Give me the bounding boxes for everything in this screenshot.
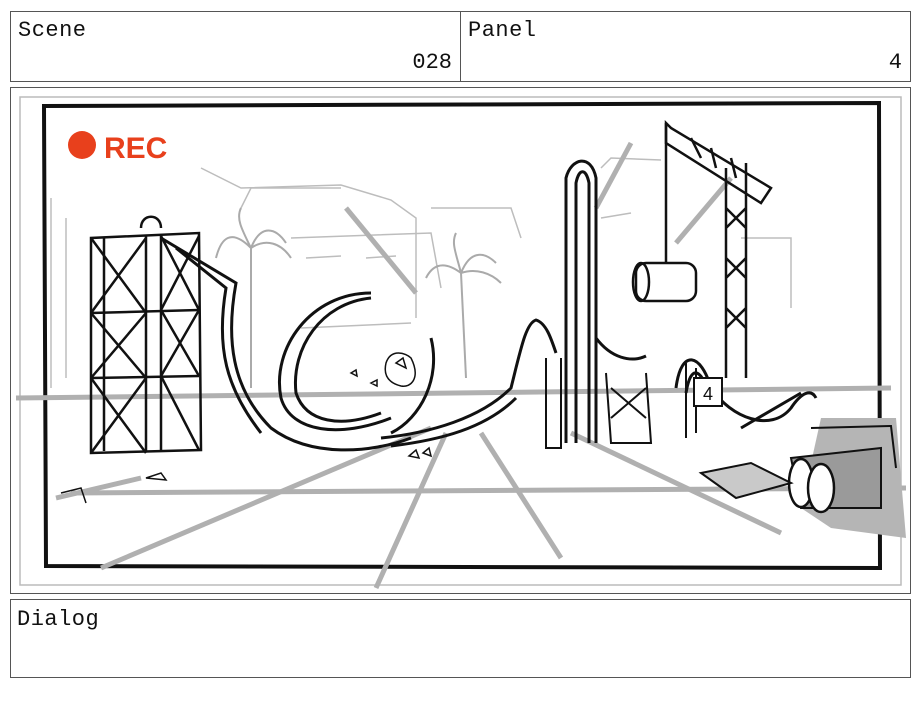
rec-label: REC	[104, 132, 167, 165]
inner-frame	[19, 96, 902, 586]
crane	[631, 119, 773, 378]
panel-label: Panel	[468, 18, 537, 43]
rec-dot	[68, 131, 96, 159]
ground-lines	[15, 141, 907, 590]
storyboard-frame: 4 REC	[10, 87, 911, 594]
camera-frame	[41, 100, 883, 571]
scene-label: Scene	[18, 18, 87, 43]
scene-header: Scene 028	[10, 11, 461, 82]
panel-number: 4	[888, 50, 902, 75]
sign-number: 4	[703, 384, 713, 404]
hanging-pipe	[634, 261, 698, 303]
ramp-sign: 4	[693, 377, 723, 407]
dialog-label: Dialog	[17, 607, 100, 632]
dialog-section: Dialog	[10, 599, 911, 678]
debris	[60, 352, 433, 504]
panel-header: Panel 4	[460, 11, 911, 82]
lower-tower	[545, 358, 697, 449]
rec-indicator: REC	[68, 131, 167, 165]
scene-number: 028	[412, 50, 452, 75]
panel-sketch: 4 REC	[15, 96, 907, 590]
pipes-pile	[698, 418, 906, 538]
